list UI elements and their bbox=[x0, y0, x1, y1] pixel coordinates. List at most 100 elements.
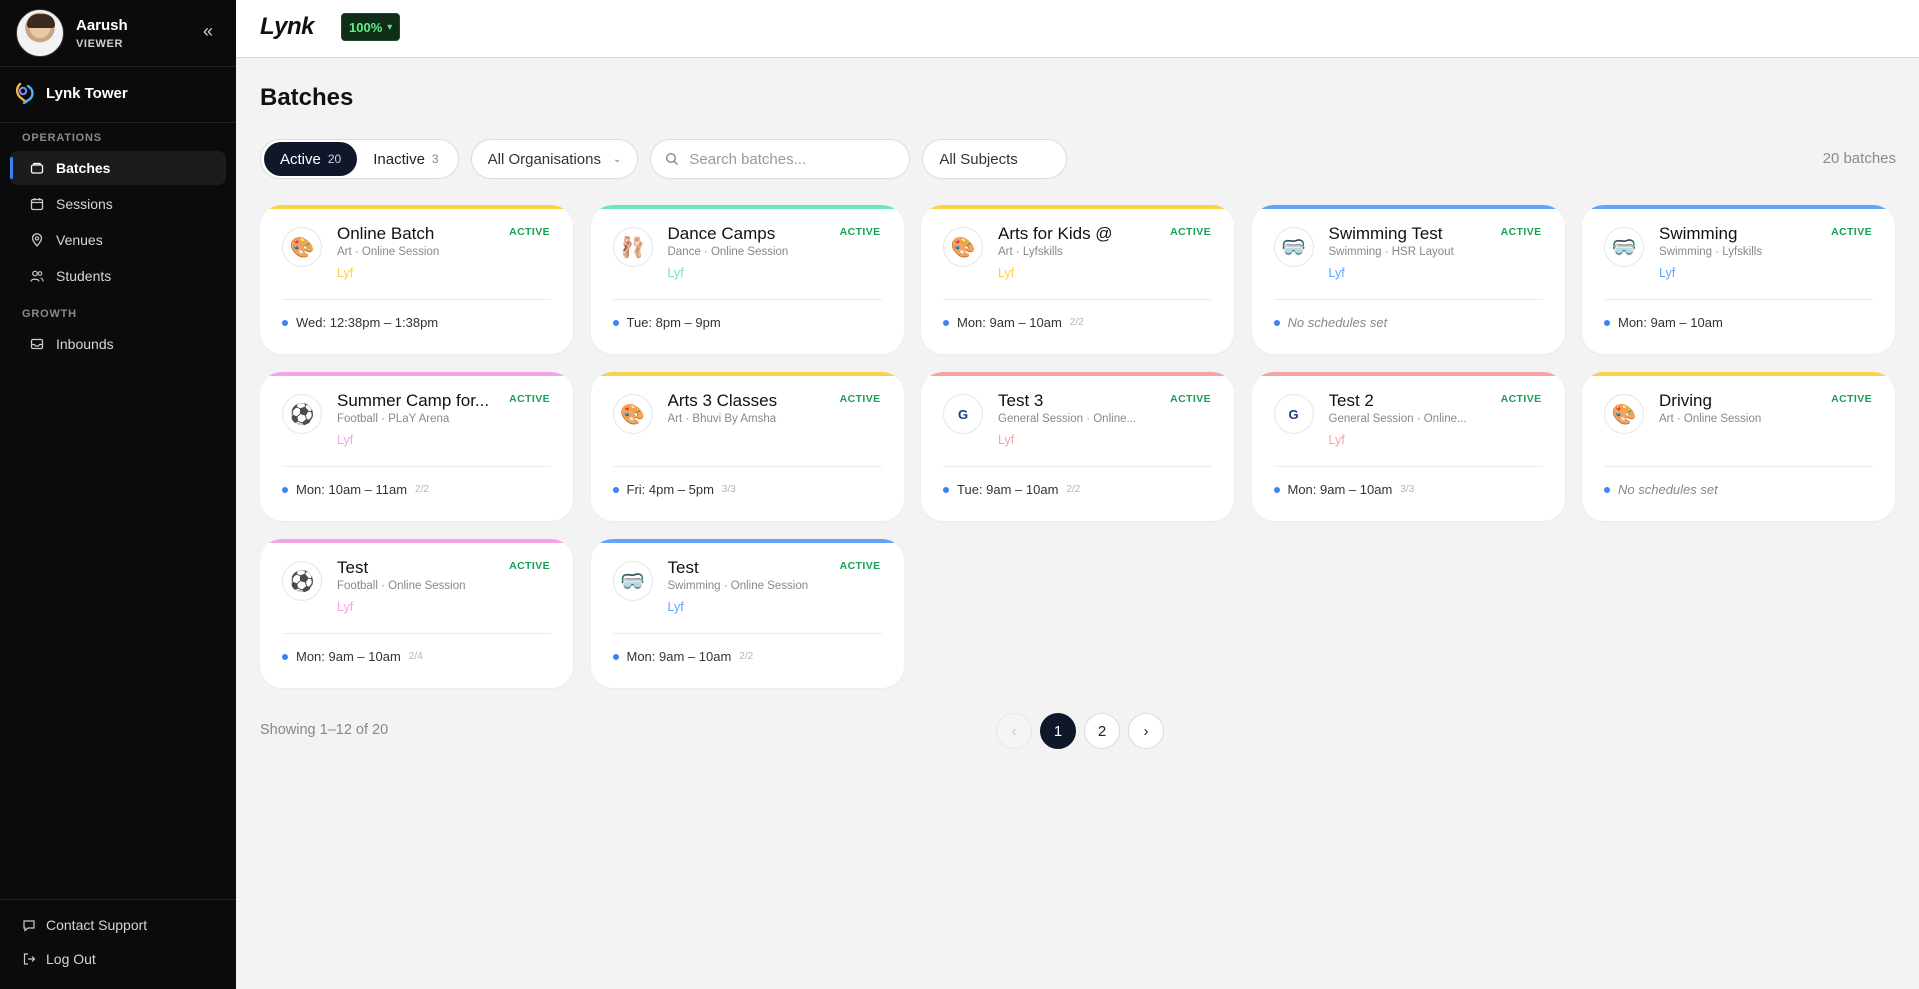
batch-card[interactable]: 🥽 Swimming Test Swimming · HSR Layout Ly… bbox=[1251, 205, 1565, 354]
divider bbox=[1604, 466, 1873, 467]
status-badge: ACTIVE bbox=[839, 226, 881, 238]
schedule-fraction: 2/2 bbox=[1069, 317, 1084, 328]
page-button-1[interactable]: 1 bbox=[1040, 713, 1076, 749]
schedule-text: No schedules set bbox=[1287, 315, 1388, 330]
org-switcher[interactable]: Lynk Tower bbox=[14, 80, 128, 106]
batch-card[interactable]: G Test 2 General Session · Online... Lyf… bbox=[1251, 372, 1565, 521]
schedule-fraction: 2/2 bbox=[415, 484, 429, 495]
page-button-2[interactable]: 2 bbox=[1084, 713, 1120, 749]
football-icon: ⚽ bbox=[282, 561, 322, 601]
batch-card[interactable]: ⚽ Summer Camp for... Football · PLaY Are… bbox=[260, 372, 573, 521]
search-input[interactable] bbox=[689, 150, 890, 168]
divider bbox=[0, 122, 236, 123]
palette-icon: 🎨 bbox=[943, 227, 983, 267]
location-pin-icon bbox=[30, 233, 44, 247]
tab-active[interactable]: Active 20 bbox=[264, 142, 358, 176]
batch-card[interactable]: ⚽ Test Football · Online Session Lyf ACT… bbox=[260, 539, 573, 688]
batch-org: Lyf bbox=[1328, 433, 1345, 447]
subject-select[interactable]: All Subjects bbox=[922, 139, 1068, 179]
divider bbox=[612, 633, 882, 634]
divider bbox=[0, 899, 236, 900]
batch-title: Arts 3 Classes bbox=[667, 391, 778, 410]
zoom-dropdown[interactable]: 100% ▾ bbox=[341, 13, 401, 41]
sidebar-item-students[interactable]: Students bbox=[10, 259, 226, 293]
batch-card[interactable]: 🎨 Online Batch Art · Online Session Lyf … bbox=[260, 205, 573, 354]
pagination: ‹ 1 2 › bbox=[996, 713, 1172, 749]
contact-support-label: Contact Support bbox=[46, 917, 148, 933]
batch-schedule: Wed: 12:38pm – 1:38pm bbox=[282, 315, 438, 330]
status-badge: ACTIVE bbox=[1500, 393, 1542, 405]
batch-card[interactable]: 🥽 Swimming Swimming · Lyfskills Lyf ACTI… bbox=[1582, 205, 1895, 354]
sidebar-item-batches[interactable]: Batches bbox=[10, 151, 226, 185]
status-badge: ACTIVE bbox=[1170, 226, 1211, 238]
batch-meta: Swimming · Online Session bbox=[667, 580, 809, 592]
palette-icon: 🎨 bbox=[1604, 394, 1644, 434]
search-icon bbox=[666, 152, 679, 165]
divider bbox=[612, 466, 882, 467]
schedule-text: Tue: 8pm – 9pm bbox=[626, 315, 721, 330]
schedule-fraction: 2/2 bbox=[1066, 484, 1081, 495]
sidebar-item-inbounds[interactable]: Inbounds bbox=[10, 327, 226, 361]
schedule-text: Mon: 10am – 11am bbox=[296, 482, 408, 497]
prev-page-button[interactable]: ‹ bbox=[996, 713, 1032, 749]
sidebar-item-label: Venues bbox=[56, 232, 103, 248]
batch-org: Lyf bbox=[337, 600, 354, 614]
lynk-logo-icon bbox=[15, 82, 34, 105]
schedule-dot-icon bbox=[612, 653, 619, 660]
tab-inactive[interactable]: Inactive 3 bbox=[357, 142, 454, 176]
batch-card[interactable]: 🎨 Driving Art · Online Session ACTIVE No… bbox=[1582, 372, 1895, 521]
batch-org: Lyf bbox=[337, 433, 354, 447]
batch-meta: Art · Lyfskills bbox=[998, 246, 1063, 258]
schedule-dot-icon bbox=[282, 653, 288, 660]
app-logo[interactable]: Lynk bbox=[260, 13, 315, 41]
status-tabs: Active 20 Inactive 3 bbox=[260, 139, 459, 179]
organisation-select-value: All Organisations bbox=[487, 150, 601, 168]
user-profile[interactable]: Aarush VIEWER bbox=[16, 9, 128, 57]
sidebar-item-venues[interactable]: Venues bbox=[10, 223, 226, 257]
batch-card[interactable]: 🩰 Dance Camps Dance · Online Session Lyf… bbox=[590, 205, 904, 354]
next-page-button[interactable]: › bbox=[1128, 713, 1164, 749]
general-letter-icon: G bbox=[1273, 394, 1314, 434]
organisation-select[interactable]: All Organisations ⌄ bbox=[470, 139, 639, 179]
batch-title: Test 2 bbox=[1328, 391, 1374, 410]
tab-label: Active bbox=[280, 150, 321, 168]
batch-title: Test bbox=[667, 558, 699, 577]
batch-schedule: Tue: 8pm – 9pm bbox=[612, 315, 721, 330]
contact-support-button[interactable]: Contact Support bbox=[22, 917, 147, 933]
sidebar-item-label: Students bbox=[56, 268, 112, 284]
calendar-icon bbox=[30, 197, 44, 211]
batch-title: Dance Camps bbox=[667, 224, 776, 243]
batch-card[interactable]: 🎨 Arts 3 Classes Art · Bhuvi By Amsha AC… bbox=[590, 372, 904, 521]
section-label-growth: GROWTH bbox=[22, 308, 77, 320]
logout-button[interactable]: Log Out bbox=[22, 951, 96, 967]
schedule-text: Wed: 12:38pm – 1:38pm bbox=[296, 315, 439, 330]
tab-count: 20 bbox=[327, 152, 342, 166]
collapse-sidebar-icon[interactable]: « bbox=[198, 22, 218, 42]
batch-title: Online Batch bbox=[337, 224, 435, 243]
batch-title: Arts for Kids @ bbox=[998, 224, 1113, 243]
batch-card[interactable]: G Test 3 General Session · Online... Lyf… bbox=[921, 372, 1234, 521]
batch-meta: Art · Online Session bbox=[1659, 413, 1762, 425]
schedule-text: Mon: 9am – 10am bbox=[1618, 315, 1723, 330]
status-badge: ACTIVE bbox=[1500, 226, 1542, 238]
goggles-icon: 🥽 bbox=[1273, 227, 1314, 267]
batch-card[interactable]: 🎨 Arts for Kids @ Art · Lyfskills Lyf AC… bbox=[921, 205, 1234, 354]
batch-count: 20 batches bbox=[1822, 150, 1896, 167]
sidebar-item-sessions[interactable]: Sessions bbox=[10, 187, 226, 221]
batch-card[interactable]: 🥽 Test Swimming · Online Session Lyf ACT… bbox=[590, 539, 904, 688]
schedule-dot-icon bbox=[943, 486, 949, 493]
status-badge: ACTIVE bbox=[1170, 393, 1211, 405]
batch-schedule: Fri: 4pm – 5pm 3/3 bbox=[612, 482, 736, 497]
palette-icon: 🎨 bbox=[282, 227, 322, 267]
batch-org: Lyf bbox=[998, 266, 1015, 280]
batches-icon bbox=[30, 161, 44, 175]
divider bbox=[943, 299, 1212, 300]
user-role: VIEWER bbox=[76, 37, 123, 50]
batch-meta: General Session · Online... bbox=[1328, 413, 1467, 425]
logout-label: Log Out bbox=[46, 951, 96, 967]
status-badge: ACTIVE bbox=[509, 393, 550, 405]
batch-schedule: No schedules set bbox=[1273, 315, 1388, 330]
batch-title: Test bbox=[337, 558, 369, 577]
schedule-text: No schedules set bbox=[1618, 482, 1718, 497]
batch-org: Lyf bbox=[667, 600, 684, 614]
